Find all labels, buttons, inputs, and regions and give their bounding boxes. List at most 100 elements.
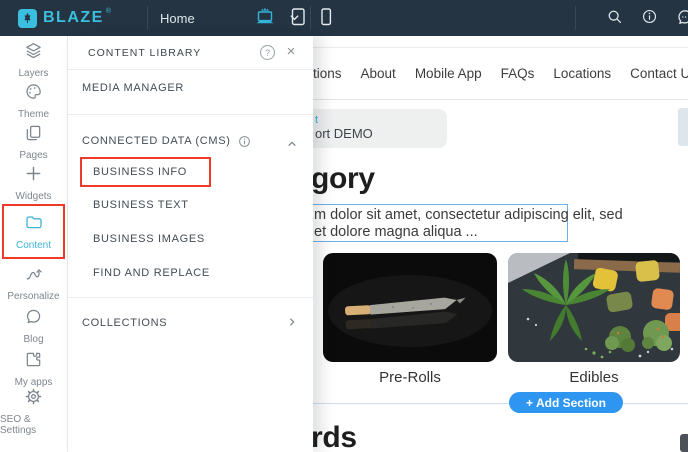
help-icon[interactable]: ? <box>260 45 275 60</box>
sidebar-item-personalize[interactable]: Personalize <box>0 260 67 305</box>
paragraph-line: et dolore magna aliqua ... <box>314 224 567 241</box>
panel-item-media-manager[interactable]: MEDIA MANAGER <box>68 73 313 103</box>
sidebar-item-label: Pages <box>19 150 47 161</box>
panel-item-label: BUSINESS INFO <box>93 166 187 178</box>
folder-icon <box>24 212 44 237</box>
panel-item-collections[interactable]: COLLECTIONS <box>68 308 313 338</box>
site-nav-item[interactable]: About <box>361 66 396 81</box>
panel-item-label: CONNECTED DATA (CMS) <box>82 135 231 147</box>
section-heading-fragment[interactable]: rds <box>313 421 357 452</box>
sidebar-item-label: Widgets <box>15 191 51 202</box>
mobile-preview-icon <box>318 6 334 31</box>
site-nav-item[interactable]: Mobile App <box>415 66 482 81</box>
tablet-preview-button[interactable] <box>288 0 308 36</box>
divider <box>313 47 688 48</box>
site-nav-menu: tions About Mobile App FAQs Locations Co… <box>313 60 688 86</box>
sidebar-item-seo-settings[interactable]: SEO & Settings <box>0 390 67 433</box>
panel-item-business-text[interactable]: BUSINESS TEXT <box>68 191 313 219</box>
plus-icon <box>24 164 43 188</box>
section-heading-fragment[interactable]: gory <box>313 162 375 196</box>
sidebar-item-label: Personalize <box>7 291 59 302</box>
brand-logo[interactable]: BLAZE ® <box>18 0 111 36</box>
divider <box>147 6 148 30</box>
search-button[interactable] <box>606 8 623 28</box>
site-nav-item[interactable]: Contact Us <box>630 66 688 81</box>
desktop-preview-button[interactable] <box>252 0 278 36</box>
category-caption: Edibles <box>508 369 680 386</box>
sidebar-item-label: Layers <box>18 68 48 79</box>
sidebar-item-layers[interactable]: Layers <box>0 40 67 80</box>
clipped-image-edge <box>680 434 688 452</box>
divider <box>68 114 313 115</box>
panel-item-label: MEDIA MANAGER <box>82 82 184 94</box>
category-caption: Pre-Rolls <box>323 369 497 386</box>
panel-item-label: COLLECTIONS <box>82 317 167 329</box>
page-selector-label: Home <box>160 11 195 26</box>
desktop-preview-icon <box>252 6 278 31</box>
divider <box>575 6 576 30</box>
panel-header: CONTENT LIBRARY ? × <box>68 36 313 70</box>
sidebar-item-label: My apps <box>15 377 53 388</box>
divider <box>68 297 313 298</box>
site-nav-item[interactable]: FAQs <box>501 66 535 81</box>
editor-sidebar: Layers Theme Pages Widgets Content <box>0 36 68 452</box>
sidebar-item-theme[interactable]: Theme <box>0 80 67 121</box>
sidebar-item-blog[interactable]: Blog <box>0 305 67 347</box>
chevron-right-icon <box>287 317 297 330</box>
info-icon <box>641 8 658 28</box>
category-card-pre-rolls[interactable] <box>323 253 497 362</box>
messages-icon <box>676 8 688 29</box>
sidebar-item-pages[interactable]: Pages <box>0 121 67 162</box>
sidebar-item-content[interactable]: Content <box>0 203 67 260</box>
panel-item-label: BUSINESS IMAGES <box>93 233 205 245</box>
panel-item-connected-data[interactable]: CONNECTED DATA (CMS) <box>68 127 313 155</box>
site-nav-item[interactable]: tions <box>313 66 342 81</box>
blaze-leaf-icon <box>18 9 37 28</box>
blog-bubble-icon <box>24 307 43 331</box>
puzzle-icon <box>24 350 43 374</box>
site-preview-canvas: tions About Mobile App FAQs Locations Co… <box>313 36 688 452</box>
pre-roll-joint-photo <box>323 253 497 362</box>
panel-item-business-info[interactable]: BUSINESS INFO <box>80 157 211 187</box>
panel-item-business-images[interactable]: BUSINESS IMAGES <box>68 225 313 253</box>
topbar: BLAZE ® Home <box>0 0 688 36</box>
topbar-right-icons <box>587 0 688 36</box>
site-notice-box: t ort DEMO <box>313 109 447 148</box>
search-icon <box>606 8 623 28</box>
divider <box>313 99 688 100</box>
section-divider-line <box>313 403 688 404</box>
info-button[interactable] <box>641 8 658 28</box>
registered-mark: ® <box>106 8 111 15</box>
sidebar-item-widgets[interactable]: Widgets <box>0 162 67 203</box>
sidebar-item-label: Blog <box>23 334 43 345</box>
edibles-gummies-photo <box>508 253 680 362</box>
sidebar-item-my-apps[interactable]: My apps <box>0 347 67 390</box>
panel-item-label: FIND AND REPLACE <box>93 267 210 279</box>
device-preview-switcher <box>252 0 334 36</box>
layers-icon <box>24 41 43 65</box>
paragraph-line: m dolor sit amet, consectetur adipiscing… <box>314 207 567 224</box>
clipped-element-edge <box>678 108 688 146</box>
pages-icon <box>24 123 43 147</box>
sidebar-item-label: SEO & Settings <box>0 414 67 436</box>
personalize-path-icon <box>24 264 43 288</box>
site-nav-item[interactable]: Locations <box>553 66 611 81</box>
info-icon[interactable] <box>238 135 251 148</box>
app-window: BLAZE ® Home <box>0 0 688 452</box>
notice-text-fragment: ort DEMO <box>315 126 447 142</box>
close-icon[interactable]: × <box>282 43 300 61</box>
theme-palette-icon <box>24 82 43 106</box>
mobile-preview-button[interactable] <box>318 0 334 36</box>
chevron-up-icon[interactable] <box>287 136 297 154</box>
category-card-edibles[interactable] <box>508 253 680 362</box>
panel-item-label: BUSINESS TEXT <box>93 199 189 211</box>
add-section-button[interactable]: + Add Section <box>509 392 623 413</box>
panel-item-find-and-replace[interactable]: FIND AND REPLACE <box>68 259 313 287</box>
selected-text-widget[interactable]: m dolor sit amet, consectetur adipiscing… <box>313 204 568 242</box>
messages-button[interactable] <box>676 8 688 29</box>
brand-name: BLAZE <box>43 9 104 27</box>
notice-link-fragment[interactable]: t <box>315 114 447 126</box>
tablet-preview-icon <box>288 6 308 31</box>
content-library-panel: CONTENT LIBRARY ? × MEDIA MANAGER CONNEC… <box>68 36 313 452</box>
gear-icon <box>24 387 43 411</box>
